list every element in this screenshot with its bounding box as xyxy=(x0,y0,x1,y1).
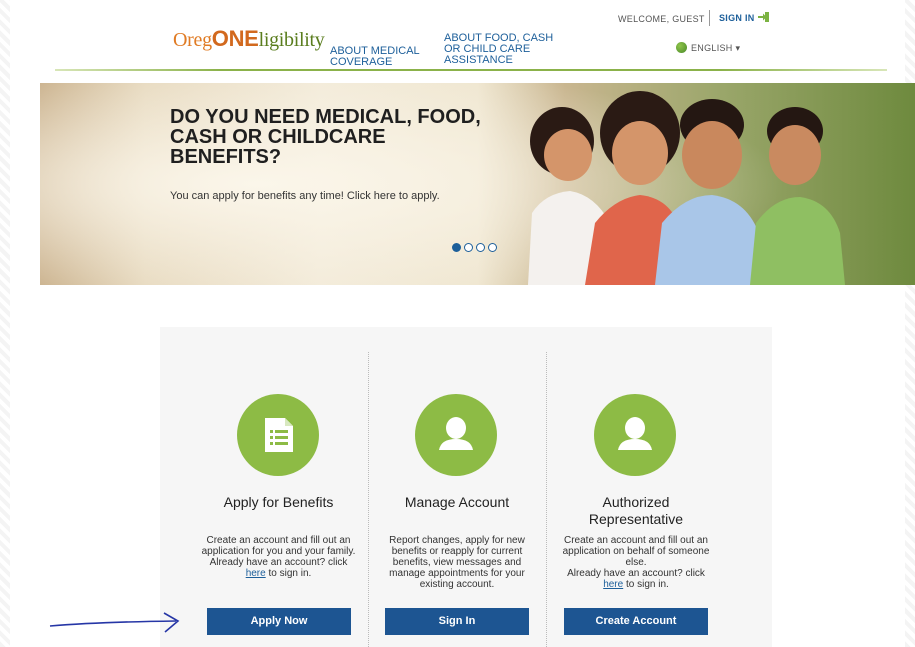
user-icon xyxy=(618,417,652,450)
site-logo[interactable]: OregONEligibility xyxy=(173,26,325,52)
apply-benefits-circle xyxy=(237,394,319,476)
welcome-text: WELCOME, GUEST xyxy=(618,14,705,24)
hero-apply-text[interactable]: You can apply for benefits any time! Cli… xyxy=(170,190,450,203)
apply-benefits-description: Create an account and fill out an applic… xyxy=(200,535,357,579)
sign-in-button[interactable]: Sign In xyxy=(385,608,529,635)
apply-benefits-desc-signin: Already have an account? click xyxy=(209,557,348,568)
sign-in-link[interactable]: SIGN IN xyxy=(719,13,755,23)
card-divider-1 xyxy=(368,352,369,647)
annotation-arrow xyxy=(49,612,180,633)
apply-benefits-signin-link[interactable]: here xyxy=(246,568,266,579)
carousel-dot-3[interactable] xyxy=(476,243,485,252)
language-selector[interactable]: ENGLISH ▾ xyxy=(691,43,740,54)
logo-text-2: ONE xyxy=(211,26,259,51)
logo-text-1: Oreg xyxy=(173,29,212,51)
authorized-rep-signin-link[interactable]: here xyxy=(603,579,623,590)
authorized-rep-link-suffix: to sign in. xyxy=(625,579,669,590)
manage-account-circle xyxy=(415,394,497,476)
authorized-rep-desc-text: Create an account and fill out an applic… xyxy=(562,535,710,568)
nav-about-medical[interactable]: ABOUT MEDICAL COVERAGE xyxy=(330,46,430,68)
nav-about-food-cash-childcare[interactable]: ABOUT FOOD, CASH OR CHILD CARE ASSISTANC… xyxy=(444,33,554,66)
authorized-rep-title: Authorized Representative xyxy=(588,494,684,527)
apply-benefits-desc-text: Create an account and fill out an applic… xyxy=(201,535,356,557)
user-icon xyxy=(439,417,473,450)
document-list-icon xyxy=(265,418,293,452)
card-divider-2 xyxy=(546,352,547,647)
language-label: ENGLISH xyxy=(691,43,733,53)
manage-account-description: Report changes, apply for new benefits o… xyxy=(389,535,525,590)
sign-in-arrow-icon[interactable] xyxy=(758,11,770,23)
create-account-button[interactable]: Create Account xyxy=(564,608,708,635)
page-edge-left xyxy=(0,0,10,647)
apply-now-button[interactable]: Apply Now xyxy=(207,608,351,635)
apply-benefits-title: Apply for Benefits xyxy=(223,494,334,510)
options-panel xyxy=(160,327,772,647)
apply-benefits-link-suffix: to sign in. xyxy=(268,568,312,579)
carousel-dot-1[interactable] xyxy=(452,243,461,252)
logo-text-3: ligibility xyxy=(258,29,325,51)
chevron-down-icon: ▾ xyxy=(735,43,741,53)
hero-title: DO YOU NEED MEDICAL, FOOD, CASH OR CHILD… xyxy=(170,106,481,168)
authorized-rep-circle xyxy=(594,394,676,476)
globe-icon xyxy=(676,42,687,53)
header-separator xyxy=(709,10,710,26)
authorized-rep-desc-signin: Already have an account? click xyxy=(567,568,705,579)
manage-account-title: Manage Account xyxy=(404,494,510,510)
carousel-indicators xyxy=(452,239,500,257)
header-divider xyxy=(55,69,887,71)
authorized-rep-description: Create an account and fill out an applic… xyxy=(558,535,714,590)
carousel-dot-2[interactable] xyxy=(464,243,473,252)
carousel-dot-4[interactable] xyxy=(488,243,497,252)
